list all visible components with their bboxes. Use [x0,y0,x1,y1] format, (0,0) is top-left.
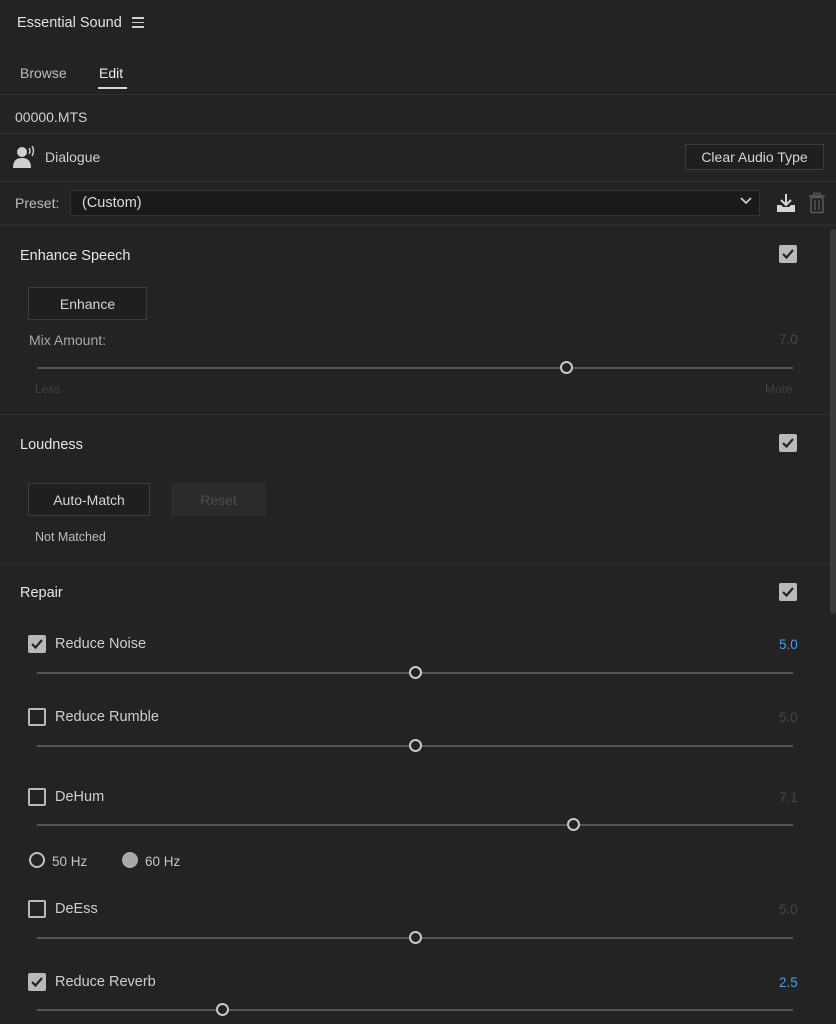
slider-min-label: Less [35,382,61,396]
mix-amount-value: 7.0 [779,332,798,347]
trash-icon[interactable] [808,192,826,214]
clip-name: 00000.MTS [15,109,88,125]
dialogue-speaker-icon [13,146,35,168]
enhance-button[interactable]: Enhance [28,287,147,320]
audio-type-label: Dialogue [45,149,101,165]
dehum-50hz-radio[interactable] [29,852,45,868]
deess-slider-thumb[interactable] [408,931,422,944]
deess-label: DeEss [55,901,98,917]
deess-value: 5.0 [779,902,798,917]
dehum-slider[interactable] [37,824,793,826]
tab-edit[interactable]: Edit [99,65,123,81]
checkmark-icon [782,587,794,598]
checkmark-icon [782,249,794,260]
panel-title: Essential Sound [17,15,122,31]
preset-dropdown[interactable]: (Custom) [70,190,760,216]
loudness-status: Not Matched [35,530,106,544]
deess-checkbox[interactable] [28,900,46,918]
reduce-reverb-slider[interactable] [37,1009,793,1011]
checkmark-icon [31,977,43,988]
reduce-rumble-value: 5.0 [779,710,798,725]
dehum-50hz-label: 50 Hz [52,854,88,869]
clear-audio-type-button[interactable]: Clear Audio Type [685,144,824,170]
scrollbar[interactable] [830,229,836,614]
dehum-value: 7.1 [779,790,798,805]
reduce-noise-checkbox[interactable] [28,635,46,653]
reduce-reverb-checkbox[interactable] [28,973,46,991]
dehum-checkbox[interactable] [28,788,46,806]
reduce-reverb-label: Reduce Reverb [55,974,156,990]
checkmark-icon [31,639,43,650]
reduce-noise-value: 5.0 [779,637,798,652]
mix-amount-slider[interactable] [37,367,793,369]
reduce-noise-slider-thumb[interactable] [408,666,422,679]
tab-browse[interactable]: Browse [20,65,67,81]
repair-checkbox[interactable] [779,583,797,601]
dehum-label: DeHum [55,789,105,805]
divider [0,181,836,182]
reduce-rumble-label: Reduce Rumble [55,709,159,725]
mix-amount-label: Mix Amount: [29,332,107,348]
dehum-60hz-label: 60 Hz [145,854,181,869]
repair-title: Repair [20,585,63,601]
loudness-checkbox[interactable] [779,434,797,452]
dehum-60hz-radio[interactable] [122,852,138,868]
divider [0,414,836,415]
save-preset-icon[interactable] [776,193,796,213]
preset-label: Preset: [15,195,60,211]
mix-amount-slider-thumb[interactable] [559,361,573,374]
checkmark-icon [782,438,794,449]
divider [0,563,836,564]
slider-max-label: More [765,382,793,396]
auto-match-button[interactable]: Auto-Match [28,483,150,516]
divider [0,224,836,226]
divider [0,133,836,134]
reduce-reverb-value: 2.5 [779,975,798,990]
reduce-rumble-checkbox[interactable] [28,708,46,726]
active-tab-indicator [98,87,127,89]
enhance-speech-title: Enhance Speech [20,248,131,264]
reduce-noise-label: Reduce Noise [55,636,147,652]
reduce-reverb-slider-thumb[interactable] [215,1003,229,1016]
chevron-down-icon[interactable] [740,195,752,207]
dehum-slider-thumb[interactable] [567,818,581,831]
hamburger-menu-icon[interactable] [132,17,144,29]
enhance-speech-checkbox[interactable] [779,245,797,263]
divider [0,94,836,95]
reset-button[interactable]: Reset [171,483,266,516]
reduce-rumble-slider-thumb[interactable] [408,739,422,752]
loudness-title: Loudness [20,437,83,453]
